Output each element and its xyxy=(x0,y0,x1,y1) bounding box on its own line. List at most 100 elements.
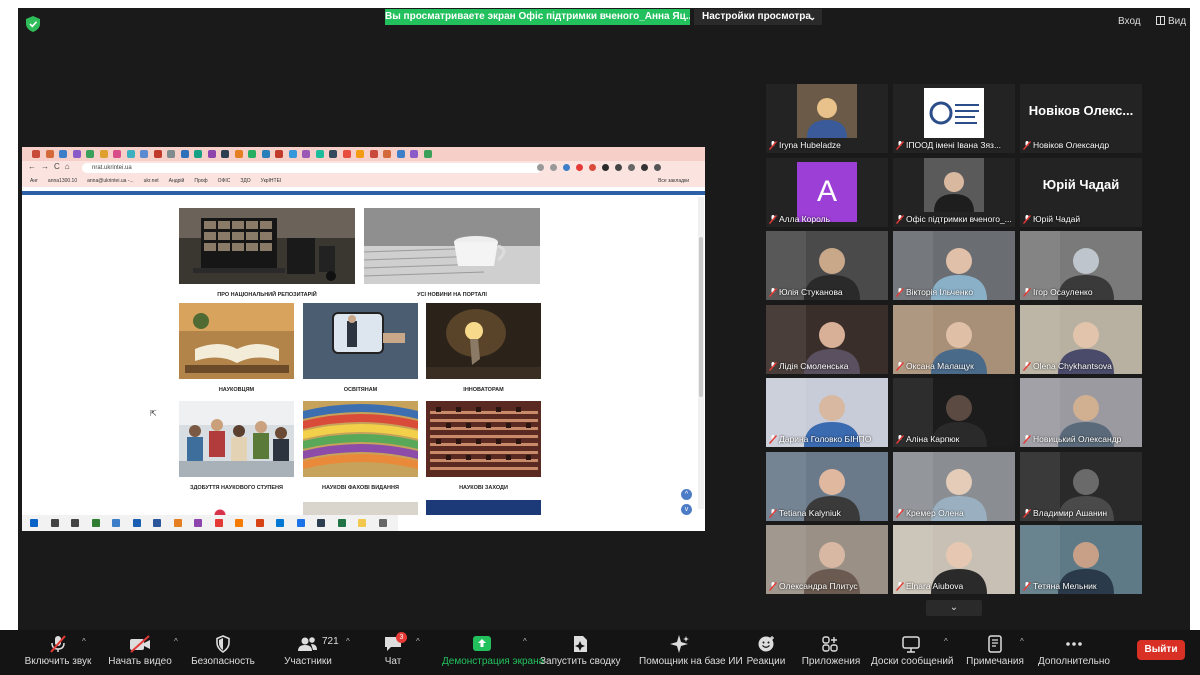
participant-tile[interactable]: Elnara Aiubova xyxy=(893,525,1015,594)
chat-button[interactable]: 3 Чат xyxy=(373,630,413,675)
bookmark-item[interactable]: ukr.net xyxy=(144,178,159,184)
browser-tab-favicon-icon[interactable] xyxy=(180,150,189,158)
browser-extension-icon[interactable] xyxy=(654,164,661,171)
participant-tile[interactable]: Юрій Чадай Юрій Чадай xyxy=(1020,157,1142,227)
browser-tab-favicon-icon[interactable] xyxy=(72,150,81,158)
participant-tile[interactable]: Новицький Олександр xyxy=(1020,378,1142,447)
browser-extension-icon[interactable] xyxy=(641,164,648,171)
card-news[interactable]: УСІ НОВИНИ НА ПОРТАЛІ xyxy=(364,208,540,298)
browser-tab-favicon-icon[interactable] xyxy=(126,150,135,158)
browser-tab-favicon-icon[interactable] xyxy=(302,150,310,158)
taskbar-app-icon[interactable] xyxy=(30,519,38,527)
unmute-button[interactable]: Включить звук xyxy=(25,630,91,675)
taskbar-app-icon[interactable] xyxy=(194,519,202,527)
participant-tile[interactable]: Аліна Карпюк xyxy=(893,378,1015,447)
browser-tab-favicon-icon[interactable] xyxy=(59,150,67,158)
gallery-more-button[interactable]: ⌄ xyxy=(926,600,982,616)
taskbar-app-icon[interactable] xyxy=(153,519,161,527)
scrollbar-thumb[interactable] xyxy=(699,237,703,397)
participant-tile[interactable]: Olena Chykhantsova xyxy=(1020,304,1142,374)
browser-tab-favicon-icon[interactable] xyxy=(140,150,148,158)
participant-tile[interactable]: ІПООД імені Івана Зяз... xyxy=(893,84,1015,153)
taskbar-app-icon[interactable] xyxy=(317,519,325,527)
more-button[interactable]: Дополнительно xyxy=(1038,630,1110,675)
browser-tab-favicon-icon[interactable] xyxy=(221,150,229,158)
browser-tab-favicon-icon[interactable] xyxy=(99,150,108,158)
exit-fullscreen-button[interactable]: Вход xyxy=(1118,16,1141,27)
card-journals[interactable]: НАУКОВІ ФАХОВІ ВИДАННЯ xyxy=(303,401,418,491)
browser-tab-favicon-icon[interactable] xyxy=(315,150,324,158)
bookmark-item[interactable]: Андрій xyxy=(169,178,185,184)
participant-tile[interactable]: Tetiana Kalyniuk xyxy=(766,451,888,521)
browser-tab-favicon-icon[interactable] xyxy=(288,150,297,158)
browser-tab-favicon-icon[interactable] xyxy=(167,150,175,158)
browser-tab-favicon-icon[interactable] xyxy=(396,150,405,158)
audio-options-caret[interactable]: ^ xyxy=(82,637,86,646)
leave-meeting-button[interactable]: Выйти xyxy=(1137,640,1185,660)
browser-tab-favicon-icon[interactable] xyxy=(410,150,418,158)
browser-tab-favicon-icon[interactable] xyxy=(248,150,256,158)
participant-tile[interactable]: Ігор Осауленко xyxy=(1020,231,1142,300)
view-button[interactable]: Вид xyxy=(1156,16,1186,27)
whiteboards-options-caret[interactable]: ^ xyxy=(944,637,948,646)
video-options-caret[interactable]: ^ xyxy=(174,637,178,646)
card-events[interactable]: НАУКОВІ ЗАХОДИ xyxy=(426,401,541,491)
bookmark-item[interactable]: ОФІС xyxy=(218,178,231,184)
browser-tab-favicon-icon[interactable] xyxy=(342,150,351,158)
browser-tab-favicon-icon[interactable] xyxy=(329,150,337,158)
taskbar-app-icon[interactable] xyxy=(255,519,264,527)
participant-tile[interactable]: Тетяна Мельник xyxy=(1020,525,1142,594)
scroll-up-button[interactable]: ^ xyxy=(681,489,692,500)
participant-tile[interactable]: A Алла Король xyxy=(766,157,888,227)
start-video-button[interactable]: Начать видео xyxy=(108,630,172,675)
taskbar-app-icon[interactable] xyxy=(112,519,120,527)
participant-tile[interactable]: Олександра Плитус xyxy=(766,525,888,594)
participant-tile[interactable]: Вікторія Ільченко xyxy=(893,231,1015,300)
browser-extension-icon[interactable] xyxy=(615,164,622,171)
browser-tab-favicon-icon[interactable] xyxy=(275,150,283,158)
browser-extension-icon[interactable] xyxy=(589,164,596,171)
apps-button[interactable]: Приложения xyxy=(802,630,860,675)
view-settings-menu[interactable]: Настройки просмотра ⌄ xyxy=(694,9,822,25)
taskbar-app-icon[interactable] xyxy=(132,519,141,527)
participants-options-caret[interactable]: ^ xyxy=(346,637,350,646)
bookmark-item[interactable]: ЗДО xyxy=(240,178,250,184)
address-bar[interactable]: nrat.ukrintei.ua xyxy=(82,163,542,173)
browser-tab-favicon-icon[interactable] xyxy=(45,150,54,158)
browser-tab-favicon-icon[interactable] xyxy=(383,150,391,158)
browser-tab-favicon-icon[interactable] xyxy=(32,150,40,158)
share-screen-button[interactable]: Демонстрация экрана xyxy=(442,630,544,675)
taskbar-app-icon[interactable] xyxy=(50,519,59,527)
participant-tile[interactable]: Владимир Ашанин xyxy=(1020,451,1142,521)
bookmark-item[interactable]: УкрІНТЕІ xyxy=(261,178,282,184)
participant-tile[interactable]: Iryna Hubeladze xyxy=(766,84,888,153)
browser-extension-icon[interactable] xyxy=(563,164,570,171)
share-options-caret[interactable]: ^ xyxy=(523,637,527,646)
notes-button[interactable]: Примечания xyxy=(966,630,1024,675)
scroll-down-button[interactable]: v xyxy=(681,504,692,515)
participant-tile[interactable]: Дарина Головко БІНПО xyxy=(766,378,888,447)
whiteboards-button[interactable]: Доски сообщений xyxy=(871,630,954,675)
bookmark-item[interactable]: anna@ukrintei.ua -... xyxy=(87,178,134,184)
participant-tile[interactable]: Кремер Олена xyxy=(893,451,1015,521)
participant-tile[interactable]: Офіс підтримки вченого_... xyxy=(893,157,1015,227)
card-degree[interactable]: ЗДОБУТТЯ НАУКОВОГО СТУПЕНЯ xyxy=(179,401,294,491)
browser-tab-favicon-icon[interactable] xyxy=(356,150,364,158)
taskbar-app-icon[interactable] xyxy=(378,519,387,527)
card-repository[interactable]: ПРО НАЦІОНАЛЬНИЙ РЕПОЗИТАРІЙ xyxy=(179,208,355,298)
browser-tab-favicon-icon[interactable] xyxy=(86,150,94,158)
bookmark-item[interactable]: Анг xyxy=(30,178,38,184)
browser-tab-favicon-icon[interactable] xyxy=(113,150,121,158)
browser-tab-favicon-icon[interactable] xyxy=(423,150,432,158)
browser-extension-icon[interactable] xyxy=(602,164,609,171)
bookmark-item[interactable]: Проф xyxy=(194,178,207,184)
start-summary-button[interactable]: Запустить сводку xyxy=(540,630,621,675)
browser-tab-favicon-icon[interactable] xyxy=(207,150,216,158)
taskbar-app-icon[interactable] xyxy=(296,519,305,527)
taskbar-app-icon[interactable] xyxy=(276,519,284,527)
browser-extension-icon[interactable] xyxy=(576,164,583,171)
taskbar-app-icon[interactable] xyxy=(358,519,366,527)
browser-tab-favicon-icon[interactable] xyxy=(194,150,202,158)
taskbar-app-icon[interactable] xyxy=(214,519,223,527)
taskbar-app-icon[interactable] xyxy=(71,519,79,527)
